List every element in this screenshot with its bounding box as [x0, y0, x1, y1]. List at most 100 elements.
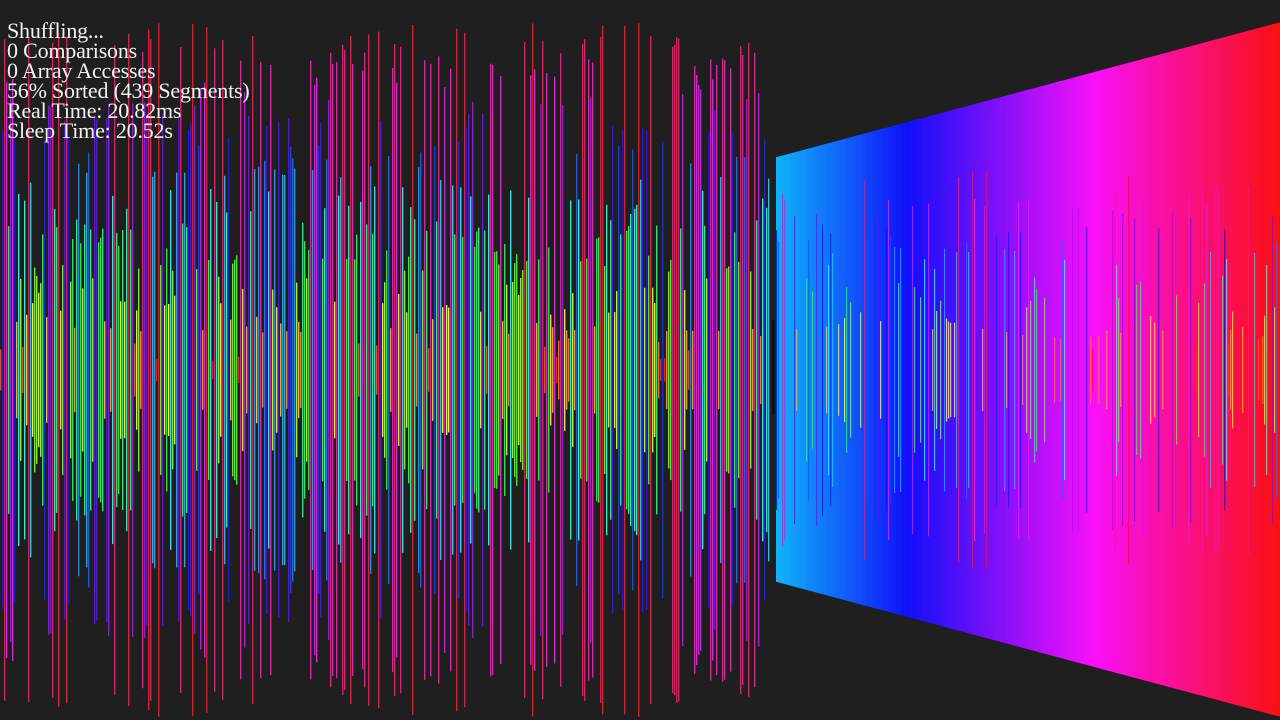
array-bar [140, 331, 142, 409]
array-bar [412, 24, 414, 716]
pointer-marker [772, 320, 775, 415]
array-bar [346, 259, 348, 481]
sorted-bar [786, 154, 788, 585]
array-bar [1230, 330, 1232, 410]
array-bar [794, 216, 796, 524]
sorted-bar [1252, 29, 1254, 710]
array-bar [552, 327, 554, 413]
sorted-bar [882, 128, 884, 611]
array-bar [740, 45, 742, 695]
array-bar [816, 213, 818, 527]
array-bar [912, 206, 914, 534]
array-bar [572, 293, 574, 447]
array-bar [642, 127, 644, 613]
sorted-bar [834, 141, 836, 598]
array-bar [456, 28, 458, 712]
sorted-bar [1164, 53, 1166, 686]
sorted-bar [854, 136, 856, 603]
array-bar [748, 42, 750, 698]
array-bar [600, 37, 602, 703]
array-bar [764, 139, 766, 601]
array-bar [920, 297, 922, 443]
array-bar [480, 311, 482, 429]
sorted-bar [1220, 38, 1222, 701]
array-bar [324, 208, 326, 532]
sorted-bar [904, 122, 906, 617]
array-bar [1270, 349, 1272, 391]
array-bar [734, 232, 736, 508]
array-bar [392, 67, 394, 673]
array-bar [698, 85, 700, 655]
array-bar [54, 208, 56, 532]
array-bar [664, 358, 666, 382]
array-bar [940, 300, 942, 440]
array-bar [1006, 332, 1008, 408]
array-bar [832, 253, 834, 487]
array-bar [722, 58, 724, 682]
array-bar [332, 63, 334, 677]
array-bar [1086, 227, 1088, 513]
array-bar [756, 220, 758, 520]
array-bar [674, 44, 676, 696]
array-bar [418, 166, 420, 574]
sorted-bar [918, 118, 920, 621]
array-bar [216, 201, 218, 539]
sorted-bar [1212, 40, 1214, 699]
array-bar [714, 110, 716, 630]
array-bar [758, 93, 760, 647]
array-bar [1272, 215, 1274, 525]
sorted-bar [1160, 54, 1162, 685]
sorted-bar [952, 109, 954, 630]
array-bar [886, 229, 888, 511]
sorted-bar [1126, 63, 1128, 676]
array-bar [60, 310, 62, 430]
array-bar [108, 104, 110, 636]
array-bar [180, 46, 182, 694]
array-bar [1172, 210, 1174, 530]
array-bar [232, 263, 234, 477]
array-bar [360, 201, 362, 539]
sorted-bar [1050, 83, 1052, 656]
array-bar [238, 357, 240, 383]
array-bar [2, 130, 4, 610]
array-bar [174, 295, 176, 445]
sorted-bar [798, 151, 800, 588]
array-bar [1054, 337, 1056, 403]
array-bar [408, 256, 410, 484]
array-bar [376, 345, 378, 395]
sorted-bar [848, 137, 850, 602]
array-bar [492, 64, 494, 676]
sorted-bar [896, 124, 898, 615]
array-bar [602, 25, 604, 715]
sorted-bar [1110, 67, 1112, 672]
array-bar [638, 23, 640, 717]
array-bar [486, 346, 488, 394]
array-bar [928, 203, 930, 537]
array-bar [282, 174, 284, 566]
array-bar [10, 97, 12, 643]
array-bar [666, 330, 668, 410]
array-bar [22, 346, 24, 394]
array-bar [468, 114, 470, 626]
array-bar [244, 92, 246, 648]
array-bar [514, 263, 516, 477]
array-bar [208, 259, 210, 481]
array-bar [826, 326, 828, 414]
array-bar [448, 307, 450, 433]
array-bar [972, 170, 974, 570]
array-bar [1128, 175, 1130, 565]
array-bar [258, 166, 260, 574]
array-bar [1198, 302, 1200, 438]
sorted-bar [1178, 49, 1180, 690]
array-bar [610, 220, 612, 520]
array-bar [494, 251, 496, 489]
array-bar [144, 102, 146, 638]
array-bar [576, 153, 578, 587]
array-bar [430, 63, 432, 677]
array-bar [570, 200, 572, 540]
array-bar [524, 41, 526, 699]
array-bar [260, 61, 262, 679]
array-bar [176, 172, 178, 568]
array-bar [342, 45, 344, 695]
array-bar [1116, 264, 1118, 476]
